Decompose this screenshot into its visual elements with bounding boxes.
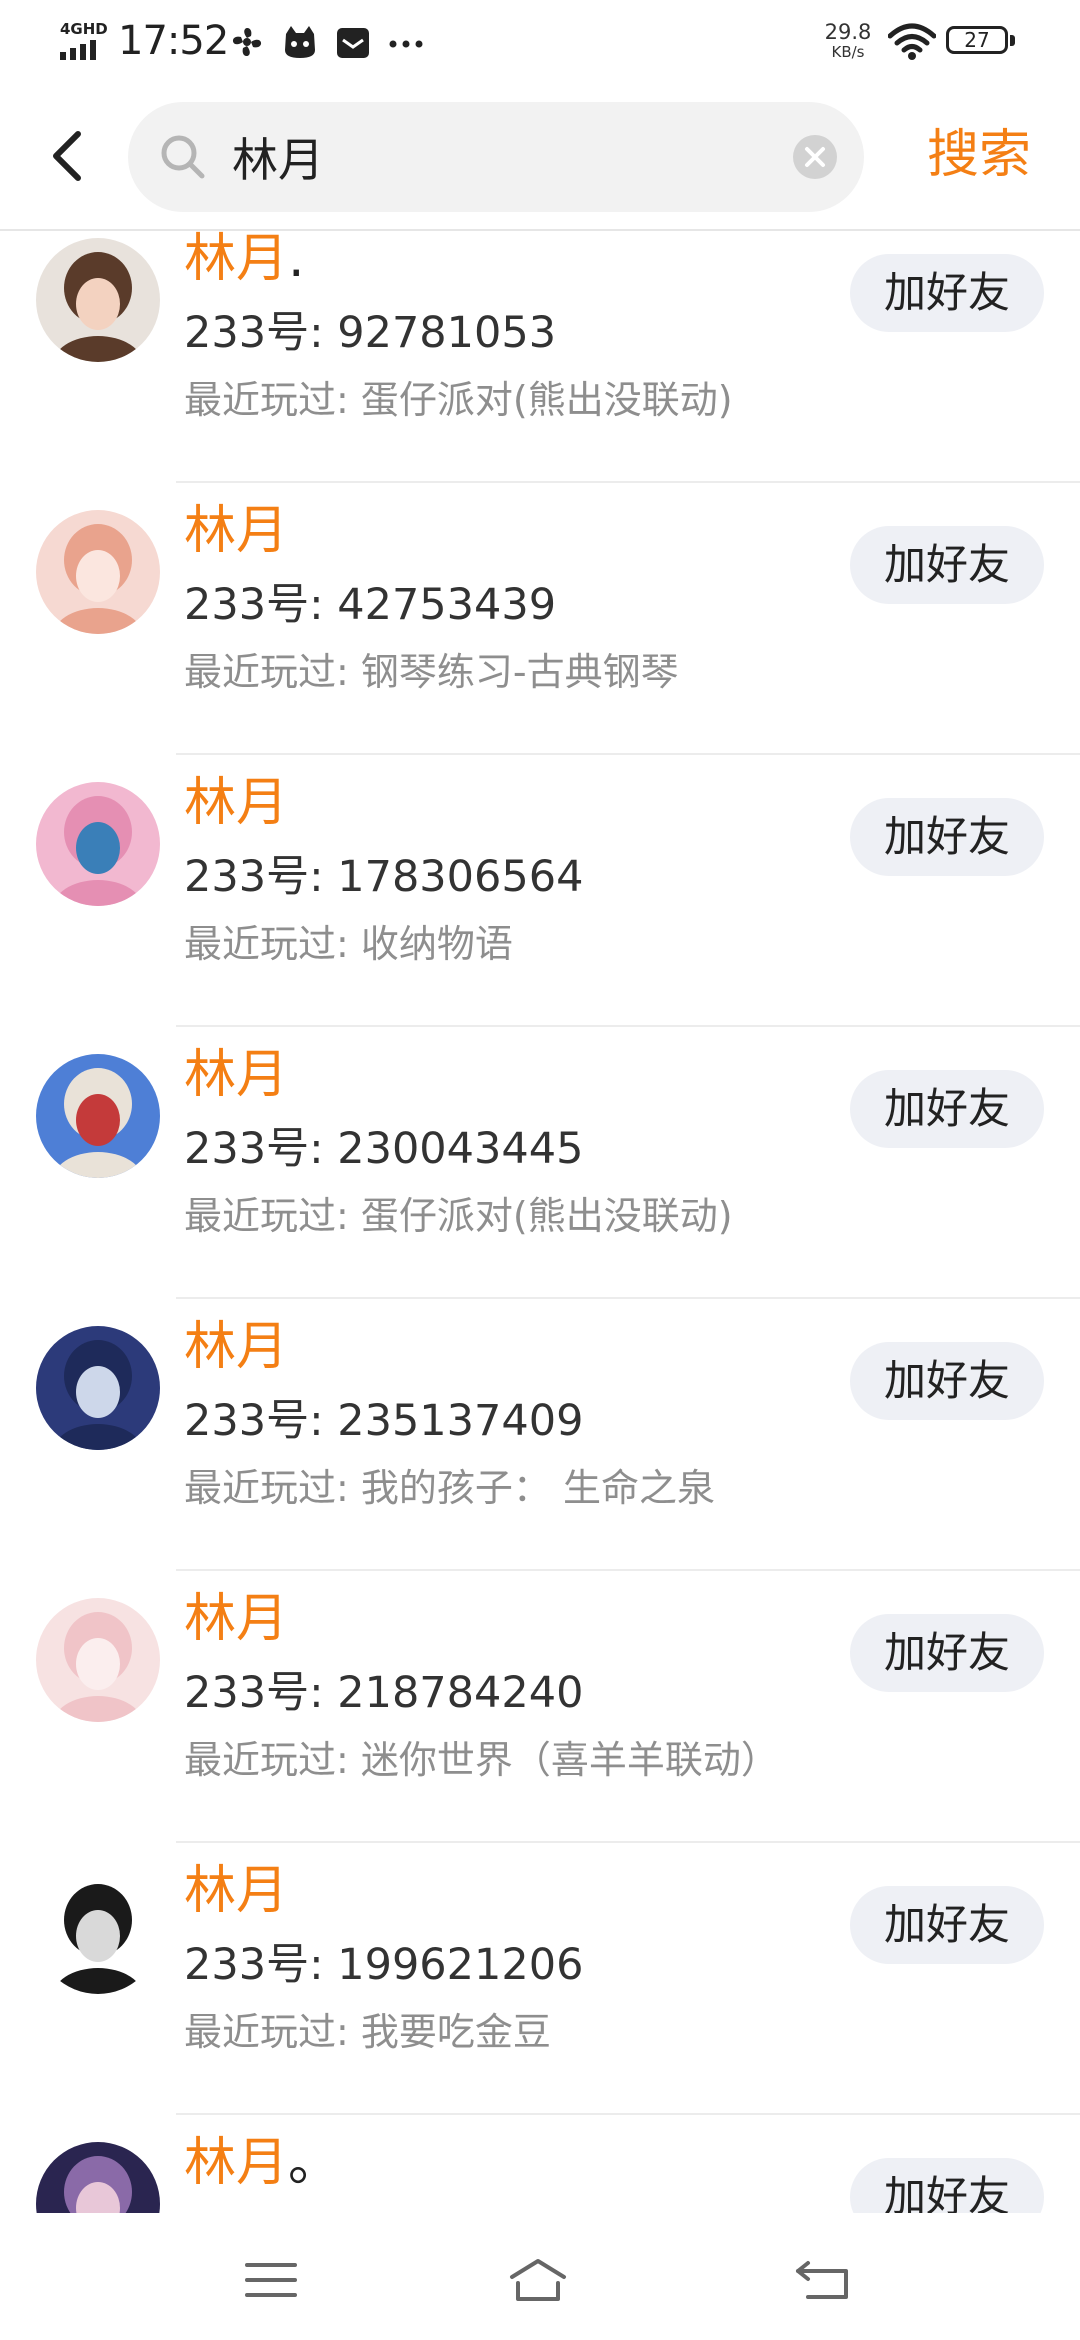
result-item[interactable]: 林月 233号: 230043445 最近玩过: 蛋仔派对(熊出没联动) 加好友 xyxy=(0,1027,1080,1299)
avatar-image xyxy=(36,2142,160,2213)
result-user-id: 233号: 92781053 xyxy=(184,308,557,358)
result-name-suffix: 。 xyxy=(288,2133,341,2193)
result-name-text: 林月 xyxy=(184,773,289,833)
battery-level: 27 xyxy=(964,28,990,52)
avatar-image xyxy=(36,1598,160,1722)
result-name: 林月 xyxy=(184,760,288,835)
status-bar: 4GHD 17:52 29.8 KB/s 27 xyxy=(0,0,1080,90)
avatar-image xyxy=(36,782,160,906)
battery-tip xyxy=(1010,35,1015,46)
result-name: 林月 xyxy=(184,1304,288,1379)
result-item[interactable]: 林月. 233号: 92781053 最近玩过: 蛋仔派对(熊出没联动) 加好友 xyxy=(0,231,1080,483)
result-name-text: 林月 xyxy=(184,231,289,289)
result-name: 林月 xyxy=(184,488,288,563)
battery-indicator: 27 xyxy=(946,26,1016,56)
result-name: 林月. xyxy=(184,231,305,291)
add-friend-button[interactable]: 加好友 xyxy=(850,1614,1044,1692)
cat-face-icon xyxy=(285,26,316,58)
add-friend-button[interactable]: 加好友 xyxy=(850,254,1044,332)
result-name-text: 林月 xyxy=(184,1861,289,1921)
back-arrow-icon[interactable] xyxy=(44,126,94,186)
clear-icon[interactable] xyxy=(792,134,838,180)
avatar[interactable] xyxy=(36,1870,160,1994)
search-box[interactable] xyxy=(128,102,864,212)
result-recent-played: 最近玩过: 我的孩子： 生命之泉 xyxy=(184,1466,715,1510)
status-time: 17:52 xyxy=(118,18,229,64)
result-name: 林月 xyxy=(184,1032,288,1107)
network-type: 4GHD xyxy=(60,20,108,38)
signal-icon xyxy=(60,40,96,60)
avatar[interactable] xyxy=(36,1598,160,1722)
result-name-text: 林月 xyxy=(184,1317,289,1377)
avatar[interactable] xyxy=(36,238,160,362)
search-input[interactable] xyxy=(232,122,792,192)
results-list: 林月. 233号: 92781053 最近玩过: 蛋仔派对(熊出没联动) 加好友 林月 2… xyxy=(0,231,1080,2213)
add-friend-button[interactable]: 加好友 xyxy=(850,2158,1044,2213)
status-app-icons xyxy=(228,22,435,62)
result-item[interactable]: 林月 233号: 42753439 最近玩过: 钢琴练习-古典钢琴 加好友 xyxy=(0,483,1080,755)
avatar-image xyxy=(36,1326,160,1450)
result-item[interactable]: 林月 233号: 218784240 最近玩过: 迷你世界（喜羊羊联动） 加好友 xyxy=(0,1571,1080,1843)
result-item[interactable]: 林月 233号: 235137409 最近玩过: 我的孩子： 生命之泉 加好友 xyxy=(0,1299,1080,1571)
avatar[interactable] xyxy=(36,1054,160,1178)
result-name-text: 林月 xyxy=(184,1045,289,1105)
result-item[interactable]: 林月 233号: 178306564 最近玩过: 收纳物语 加好友 xyxy=(0,755,1080,1027)
result-user-id: 233号: 42753439 xyxy=(184,580,557,630)
result-name: 林月 xyxy=(184,1576,288,1651)
more-dots-icon xyxy=(389,40,423,48)
avatar[interactable] xyxy=(36,510,160,634)
result-user-id: 233号: 199621206 xyxy=(184,1940,584,1990)
home-icon[interactable] xyxy=(508,2255,568,2305)
wifi-icon xyxy=(888,23,936,60)
result-user-id: 233号: 235137409 xyxy=(184,1396,584,1446)
avatar-image xyxy=(36,510,160,634)
results-viewport[interactable]: 林月. 233号: 92781053 最近玩过: 蛋仔派对(熊出没联动) 加好友 林月 2… xyxy=(0,231,1080,2213)
result-name-text: 林月 xyxy=(184,1589,289,1649)
result-recent-played: 最近玩过: 蛋仔派对(熊出没联动) xyxy=(184,378,733,422)
net-speed-unit: KB/s xyxy=(831,43,865,61)
net-speed: 29.8 KB/s xyxy=(818,22,878,60)
result-name-text: 林月 xyxy=(184,2133,289,2193)
avatar[interactable] xyxy=(36,1326,160,1450)
result-name-suffix: . xyxy=(288,231,305,289)
result-item[interactable]: 林月。 加好友 xyxy=(0,2115,1080,2213)
result-item[interactable]: 林月 233号: 199621206 最近玩过: 我要吃金豆 加好友 xyxy=(0,1843,1080,2115)
mail-icon xyxy=(337,28,370,58)
search-header: 搜索 xyxy=(0,90,1080,230)
result-name-text: 林月 xyxy=(184,501,289,561)
result-recent-played: 最近玩过: 收纳物语 xyxy=(184,922,513,966)
avatar[interactable] xyxy=(36,2142,160,2213)
result-user-id: 233号: 230043445 xyxy=(184,1124,584,1174)
fan-icon xyxy=(232,27,262,57)
avatar-image xyxy=(36,238,160,362)
result-name: 林月。 xyxy=(184,2120,340,2195)
avatar[interactable] xyxy=(36,782,160,906)
back-nav-icon[interactable] xyxy=(794,2255,854,2305)
result-user-id: 233号: 178306564 xyxy=(184,852,584,902)
add-friend-button[interactable]: 加好友 xyxy=(850,798,1044,876)
result-recent-played: 最近玩过: 迷你世界（喜羊羊联动） xyxy=(184,1738,779,1782)
search-button[interactable]: 搜索 xyxy=(904,120,1054,190)
add-friend-button[interactable]: 加好友 xyxy=(850,1342,1044,1420)
result-user-id: 233号: 218784240 xyxy=(184,1668,584,1718)
result-recent-played: 最近玩过: 我要吃金豆 xyxy=(184,2010,551,2054)
avatar-image xyxy=(36,1054,160,1178)
add-friend-button[interactable]: 加好友 xyxy=(850,1886,1044,1964)
add-friend-button[interactable]: 加好友 xyxy=(850,526,1044,604)
screen: 4GHD 17:52 29.8 KB/s 27 林月 搜索 林月. 233号: … xyxy=(0,0,1080,2340)
navigation-bar xyxy=(0,2213,1080,2340)
net-speed-value: 29.8 xyxy=(824,20,872,44)
menu-icon[interactable] xyxy=(241,2255,301,2305)
avatar-image xyxy=(36,1870,160,1994)
search-icon xyxy=(161,135,205,179)
add-friend-button[interactable]: 加好友 xyxy=(850,1070,1044,1148)
result-recent-played: 最近玩过: 钢琴练习-古典钢琴 xyxy=(184,650,679,694)
result-name: 林月 xyxy=(184,1848,288,1923)
result-recent-played: 最近玩过: 蛋仔派对(熊出没联动) xyxy=(184,1194,733,1238)
